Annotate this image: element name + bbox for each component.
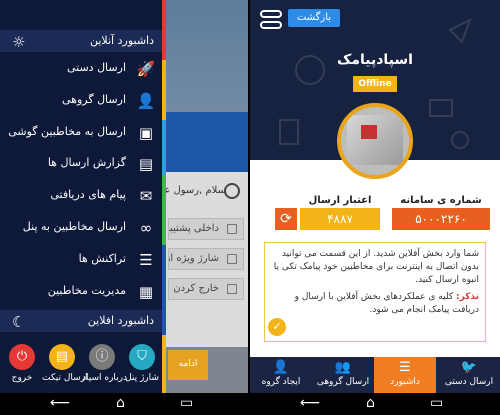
menu-item-manual-send[interactable]: 🚀 ارسال دستی xyxy=(0,54,162,84)
drawer-bottom-actions: ⛉ شارژ پنل ⓘ درباره اسپاد ▤ ارسال تیکت ⏻… xyxy=(0,338,162,393)
strip-segment xyxy=(162,175,166,245)
about-button[interactable]: ⓘ درباره اسپاد xyxy=(82,344,127,383)
android-navbar: ⟵ ⌂ ▭ xyxy=(0,393,250,415)
ticket-icon: ▤ xyxy=(49,344,75,370)
person-icon: 👤 xyxy=(136,92,156,110)
sun-icon: ☼ xyxy=(12,33,26,51)
offline-notice: شما وارد بخش آفلاین شدید. از این قسمت می… xyxy=(264,242,486,342)
back-nav-icon[interactable]: ⟵ xyxy=(50,395,70,411)
menu-item-send-reports[interactable]: ▤ گزارش ارسال ها xyxy=(0,149,162,179)
strip-segment xyxy=(162,0,166,60)
bottom-tab-bar: 👤 ایجاد گروه 👥 ارسال گروهی ☰ داشبورد 🐦 ا… xyxy=(250,357,500,393)
menu-item-send-contacts-to-panel[interactable]: ∞ ارسال مخاطبین به پنل xyxy=(0,213,162,243)
background-row[interactable]: خارج کردن xyxy=(168,278,244,300)
offline-dashboard-header[interactable]: ☾ داشبورد افلاین xyxy=(0,310,162,332)
person-add-icon: 👤 xyxy=(272,360,290,375)
background-row[interactable]: داخلی پشتیبانی xyxy=(168,218,244,240)
right-screen: بازگشت اسپادپیامک Offline شماره ی سامانه… xyxy=(250,0,500,415)
back-button[interactable]: بازگشت xyxy=(288,9,340,27)
checkbox-icon xyxy=(227,254,237,264)
android-navbar: ⟵ ⌂ ▭ xyxy=(250,393,500,415)
group-icon: 👥 xyxy=(334,360,352,375)
bag-icon: ⛉ xyxy=(129,344,155,370)
app-title: اسپادپیامک xyxy=(337,52,413,68)
exit-button[interactable]: ⏻ خروج xyxy=(2,344,42,383)
dashboard-icon: ☰ xyxy=(399,360,411,375)
avatar-image xyxy=(347,115,403,165)
user-icon xyxy=(224,183,240,199)
charge-panel-button[interactable]: ⛉ شارژ پنل xyxy=(122,344,162,383)
checkbox-icon xyxy=(227,224,237,234)
tab-group-send[interactable]: 👥 ارسال گروهی xyxy=(312,357,374,393)
strip-segment xyxy=(162,245,166,335)
checkbox-icon xyxy=(227,284,237,294)
info-icon: ⓘ xyxy=(89,344,115,370)
tab-manual-send[interactable]: 🐦 ارسال دستی xyxy=(438,357,500,393)
send-credit-label: اعتبار ارسال xyxy=(308,195,372,206)
notice-warning-label: تذکر: xyxy=(455,292,479,302)
background-row[interactable]: شارژ ویژه از xyxy=(168,248,244,270)
check-icon[interactable]: ✓ xyxy=(268,318,286,336)
background-banner xyxy=(162,112,250,172)
menu-item-transactions[interactable]: ☰ تراکنش ها xyxy=(0,245,162,275)
refresh-icon[interactable]: ⟳ xyxy=(275,208,297,230)
infinity-icon: ∞ xyxy=(139,219,153,237)
tab-create-group[interactable]: 👤 ایجاد گروه xyxy=(250,357,312,393)
home-nav-icon[interactable]: ⌂ xyxy=(366,395,375,411)
left-screen: سلام ,رسول عزیز داخلی پشتیبانی شارژ ویژه… xyxy=(0,0,250,415)
home-nav-icon[interactable]: ⌂ xyxy=(116,395,125,411)
notice-warning-text: کلیه ی عملکردهای بخش آفلاین با ارسال و د… xyxy=(294,292,479,315)
menu-item-send-to-contacts[interactable]: ▣ ارسال به مخاطبین گوشی xyxy=(0,118,162,148)
avatar-image-detail xyxy=(361,125,377,139)
system-number-value: ۵۰۰۰۲۲۶۰ xyxy=(392,208,490,230)
strip-segment xyxy=(162,335,166,393)
twitter-bird-icon: 🐦 xyxy=(460,360,478,375)
send-credit-value: ۴۸۸۷ xyxy=(300,208,380,230)
online-dashboard-header[interactable]: ☼ داشبورد آنلاین xyxy=(0,30,162,52)
report-icon: ▤ xyxy=(138,155,154,173)
menu-item-group-send[interactable]: 👤 ارسال گروهی xyxy=(0,86,162,116)
send-ticket-button[interactable]: ▤ ارسال تیکت xyxy=(42,344,88,383)
recent-apps-icon[interactable]: ▭ xyxy=(430,395,443,411)
moon-icon: ☾ xyxy=(12,313,26,331)
avatar xyxy=(337,103,413,179)
list-icon: ☰ xyxy=(139,251,153,269)
navigation-drawer: ☼ داشبورد آنلاین 🚀 ارسال دستی 👤 ارسال گر… xyxy=(0,0,162,393)
power-icon: ⏻ xyxy=(9,344,35,370)
contact-card-icon: ▣ xyxy=(138,124,154,142)
recent-apps-icon[interactable]: ▭ xyxy=(180,395,193,411)
tab-dashboard[interactable]: ☰ داشبورد xyxy=(374,357,436,393)
menu-item-manage-contacts[interactable]: ▦ مدیریت مخاطبین xyxy=(0,277,162,307)
menu-item-received-messages[interactable]: ✉ پیام های دریافتی xyxy=(0,181,162,211)
system-number-label: شماره ی سامانه xyxy=(400,195,482,206)
background-orange-button[interactable]: ادامه xyxy=(168,350,208,380)
status-badge: Offline xyxy=(353,76,397,92)
notice-warning: تذکر: کلیه ی عملکردهای بخش آفلاین با ارس… xyxy=(271,291,479,317)
menu-toggle-icon[interactable] xyxy=(260,10,282,30)
notice-text: شما وارد بخش آفلاین شدید. از این قسمت می… xyxy=(273,249,479,285)
document-icon: ▦ xyxy=(138,283,154,301)
strip-segment xyxy=(162,60,166,120)
strip-segment xyxy=(162,120,166,175)
envelope-icon: ✉ xyxy=(139,187,153,205)
rocket-icon: 🚀 xyxy=(136,60,156,78)
back-nav-icon[interactable]: ⟵ xyxy=(300,395,320,411)
color-strip xyxy=(162,0,166,393)
